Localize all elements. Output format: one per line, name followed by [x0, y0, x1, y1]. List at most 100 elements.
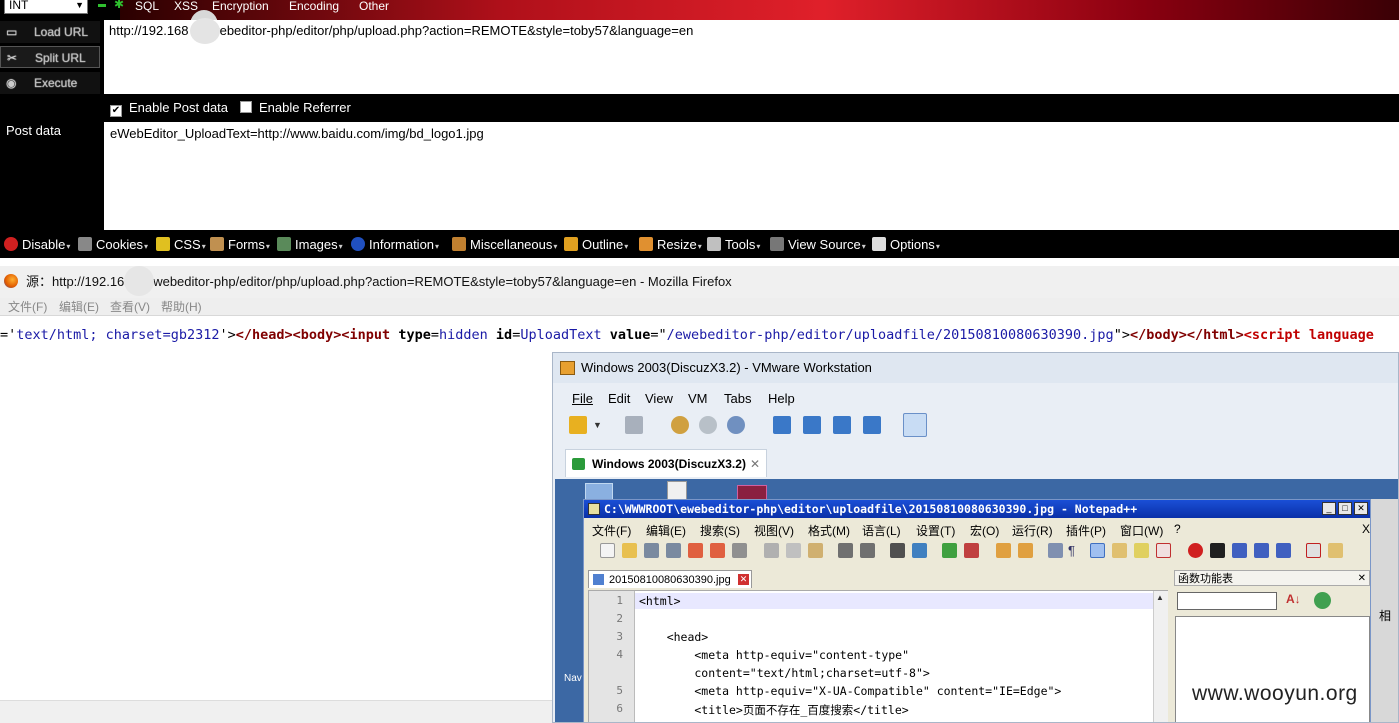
npp-menu-format[interactable]: 格式(M) — [808, 522, 850, 539]
redo-icon[interactable] — [860, 543, 875, 558]
word-wrap-icon[interactable] — [1048, 543, 1063, 558]
play-macro-icon[interactable] — [1232, 543, 1247, 558]
zoom-in-icon[interactable] — [942, 543, 957, 558]
enable-referrer-checkbox[interactable]: Enable Referrer — [240, 100, 351, 116]
load-url-button[interactable]: ▭ Load URL — [0, 21, 100, 43]
npp-menu-close[interactable]: X — [1362, 522, 1370, 536]
vm-menu-help[interactable]: Help — [768, 391, 795, 406]
function-list-icon[interactable] — [1156, 543, 1171, 558]
menu-edit[interactable]: 编辑(E) — [59, 298, 99, 316]
minimize-icon[interactable]: _ — [1322, 502, 1336, 515]
record-macro-icon[interactable] — [1188, 543, 1203, 558]
doc-map-icon[interactable] — [1134, 543, 1149, 558]
undo-icon[interactable] — [838, 543, 853, 558]
wd-information[interactable]: Information▾ — [351, 237, 439, 255]
close-icon[interactable]: ✕ — [750, 450, 760, 478]
execute-button[interactable]: ◉ Execute — [0, 72, 100, 94]
copy-icon[interactable] — [786, 543, 801, 558]
npp-menu-settings[interactable]: 设置(T) — [916, 522, 955, 539]
menu-xss[interactable]: XSS — [174, 0, 198, 14]
npp-menu-file[interactable]: 文件(F) — [592, 522, 631, 539]
npp-menu-edit[interactable]: 编辑(E) — [646, 522, 686, 539]
url-textarea[interactable]: http://192.168 5/ewebeditor-php/editor/p… — [104, 20, 1399, 94]
snapshot-icon[interactable] — [671, 416, 689, 434]
unity-icon[interactable] — [863, 416, 881, 434]
sync-v-icon[interactable] — [996, 543, 1011, 558]
snapshot-manager-icon[interactable] — [727, 416, 745, 434]
vm-menu-file[interactable]: File — [572, 391, 593, 406]
npp-menu-search[interactable]: 搜索(S) — [700, 522, 740, 539]
save-icon[interactable] — [644, 543, 659, 558]
network-icon[interactable] — [625, 416, 643, 434]
close-icon[interactable]: ✕ — [1354, 502, 1368, 515]
close-file-icon[interactable] — [688, 543, 703, 558]
notepad-file-tab[interactable]: 20150810080630390.jpg ✕ — [588, 570, 752, 588]
replace-icon[interactable] — [912, 543, 927, 558]
vm-menu-tabs[interactable]: Tabs — [724, 391, 751, 406]
paste-icon[interactable] — [808, 543, 823, 558]
zoom-out-icon[interactable] — [964, 543, 979, 558]
vm-menu-view[interactable]: View — [645, 391, 673, 406]
split-url-button[interactable]: ✂ Split URL — [0, 46, 100, 68]
editor-vertical-scrollbar[interactable]: ▲ — [1153, 591, 1168, 722]
indent-guide-icon[interactable] — [1090, 543, 1105, 558]
npp-menu-macro[interactable]: 宏(O) — [970, 522, 999, 539]
save-all-icon[interactable] — [666, 543, 681, 558]
console-view-icon[interactable] — [803, 416, 821, 434]
enable-post-checkbox[interactable]: ✔ Enable Post data — [110, 100, 228, 117]
wd-resize[interactable]: Resize▾ — [639, 237, 702, 255]
function-list[interactable] — [1175, 616, 1370, 722]
close-all-icon[interactable] — [710, 543, 725, 558]
menu-help[interactable]: 帮助(H) — [161, 298, 202, 316]
scroll-up-icon[interactable]: ▲ — [1156, 593, 1164, 602]
new-file-icon[interactable] — [600, 543, 615, 558]
thumbnail-view-icon[interactable] — [903, 413, 927, 437]
npp-menu-view[interactable]: 视图(V) — [754, 522, 794, 539]
spell-options-icon[interactable] — [1328, 543, 1343, 558]
wd-view-source[interactable]: View Source▾ — [770, 237, 866, 255]
menu-sql[interactable]: SQL — [135, 0, 159, 14]
npp-menu-window[interactable]: 窗口(W) — [1120, 522, 1163, 539]
spell-check-icon[interactable] — [1306, 543, 1321, 558]
horizontal-scrollbar[interactable] — [0, 700, 552, 723]
desktop-document-icon[interactable] — [667, 481, 687, 501]
print-icon[interactable] — [732, 543, 747, 558]
npp-menu-run[interactable]: 运行(R) — [1012, 522, 1053, 539]
sync-h-icon[interactable] — [1018, 543, 1033, 558]
udl-icon[interactable] — [1112, 543, 1127, 558]
menu-other[interactable]: Other — [359, 0, 389, 14]
close-icon[interactable]: ✕ — [738, 574, 749, 585]
stop-macro-icon[interactable] — [1210, 543, 1225, 558]
npp-menu-language[interactable]: 语言(L) — [862, 522, 901, 539]
fullscreen-icon[interactable] — [833, 416, 851, 434]
revert-snapshot-icon[interactable] — [699, 416, 717, 434]
wd-disable[interactable]: Disable▾ — [4, 237, 70, 255]
find-icon[interactable] — [890, 543, 905, 558]
wd-options[interactable]: Options▾ — [872, 237, 940, 255]
show-all-chars-icon[interactable]: ¶ — [1068, 543, 1083, 558]
menu-file[interactable]: 文件(F) — [8, 298, 47, 316]
sidebar-view-icon[interactable] — [773, 416, 791, 434]
vm-menu-vm[interactable]: VM — [688, 391, 708, 406]
wd-cookies[interactable]: Cookies▾ — [78, 237, 148, 255]
wd-images[interactable]: Images▾ — [277, 237, 343, 255]
close-icon[interactable]: ✕ — [1358, 571, 1366, 587]
wd-forms[interactable]: Forms▾ — [210, 237, 270, 255]
wd-css[interactable]: CSS▾ — [156, 237, 206, 255]
refresh-icon[interactable] — [1314, 592, 1331, 609]
open-file-icon[interactable] — [622, 543, 637, 558]
wd-outline[interactable]: Outline▾ — [564, 237, 628, 255]
npp-menu-help[interactable]: ? — [1174, 522, 1181, 536]
save-macro-icon[interactable] — [1276, 543, 1291, 558]
sort-icon[interactable]: A↓ — [1286, 592, 1301, 606]
vm-tab[interactable]: Windows 2003(DiscuzX3.2) ✕ — [565, 449, 767, 477]
post-data-textarea[interactable]: eWebEditor_UploadText=http://www.baidu.c… — [104, 122, 1399, 230]
function-search-input[interactable] — [1177, 592, 1277, 610]
npp-menu-plugins[interactable]: 插件(P) — [1066, 522, 1106, 539]
wd-miscellaneous[interactable]: Miscellaneous▾ — [452, 237, 557, 255]
power-pause-icon[interactable] — [569, 416, 587, 434]
int-select[interactable]: INT ▼ — [4, 0, 88, 14]
cut-icon[interactable] — [764, 543, 779, 558]
vm-menu-edit[interactable]: Edit — [608, 391, 630, 406]
run-macro-multiple-icon[interactable] — [1254, 543, 1269, 558]
